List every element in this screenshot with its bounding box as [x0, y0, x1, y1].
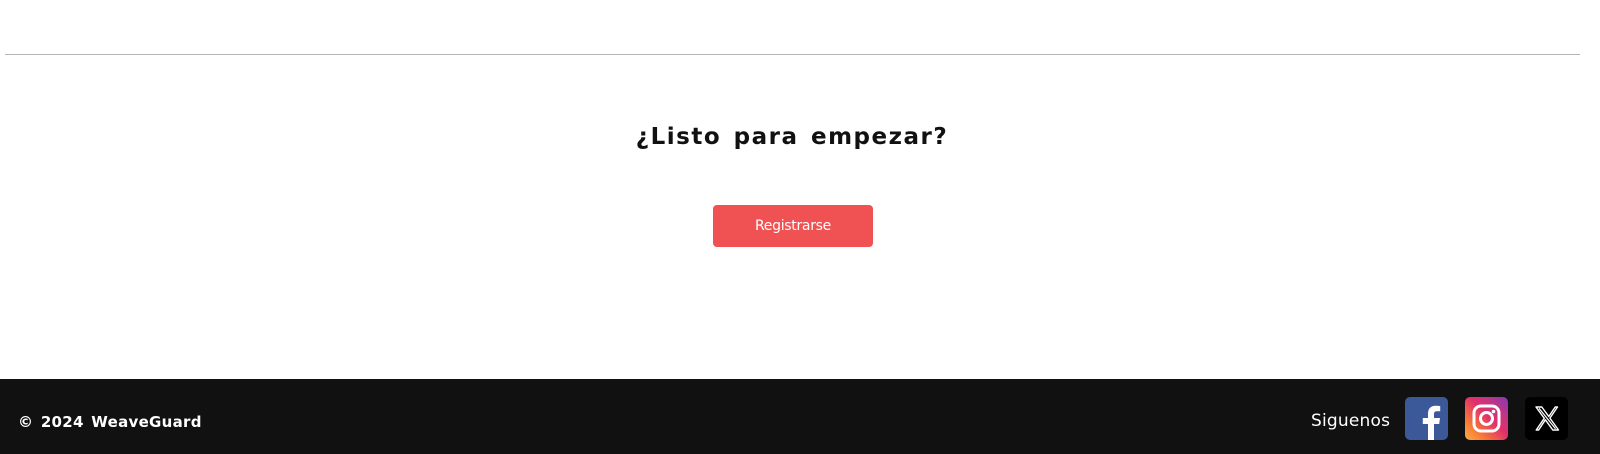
section-divider: [5, 54, 1580, 55]
facebook-icon[interactable]: [1405, 397, 1448, 440]
instagram-icon[interactable]: [1465, 397, 1508, 440]
x-icon[interactable]: [1525, 397, 1568, 440]
cta-heading: ¿Listo para empezar?: [635, 124, 949, 150]
follow-us-label: Siguenos: [1311, 411, 1391, 431]
footer: © 2024 WeaveGuard Siguenos: [0, 379, 1600, 454]
footer-copyright: © 2024 WeaveGuard: [18, 413, 202, 431]
register-button[interactable]: Registrarse: [713, 205, 873, 247]
